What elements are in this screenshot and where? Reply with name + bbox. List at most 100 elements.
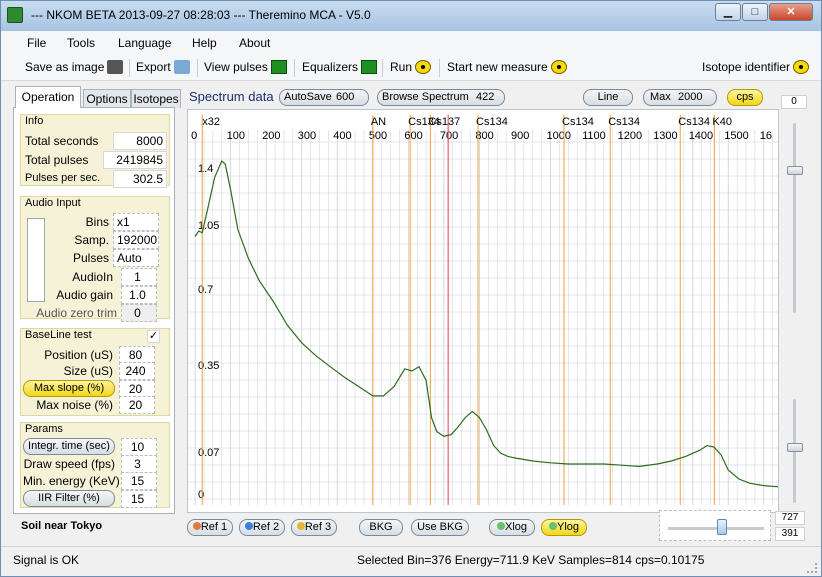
autosave-button[interactable]: AutoSave 600 [279, 89, 369, 106]
spectrum-data-title: Spectrum data [189, 89, 274, 104]
minimize-button[interactable]: ▁ [715, 3, 741, 21]
spectrum-chart[interactable]: 0 100 200 300 400 500 600 700 800 900 1000 1100 1200… [187, 109, 779, 513]
pulses-per-sec-label: Pulses per sec. [25, 172, 101, 184]
menu-language[interactable]: Language [118, 36, 171, 50]
cps-button[interactable]: cps [727, 89, 763, 106]
bkg-button[interactable]: BKG [359, 519, 403, 536]
params-group: Params Integr. time (sec) 10 Draw speed … [20, 422, 170, 508]
x-tick-label: 700 [440, 130, 458, 142]
y-tick-label: 0.07 [198, 447, 219, 459]
ref1-indicator-icon [192, 522, 201, 530]
min-energy-input[interactable]: 15 [121, 472, 157, 490]
isotope-marker-label: Cs137 [428, 116, 460, 128]
y-tick-label: 0.7 [198, 284, 213, 296]
menu-tools[interactable]: Tools [67, 36, 95, 50]
max-label: Max [650, 91, 671, 103]
iir-filter-button[interactable]: IIR Filter (%) [23, 490, 115, 507]
vertical-zoom-track[interactable] [793, 123, 796, 313]
signal-status: Signal is OK [13, 553, 80, 567]
start-new-measure-label: Start new measure [447, 60, 548, 74]
spectrum-plot[interactable]: 0 100 200 300 400 500 600 700 800 900 1000 1100 1200… [188, 110, 779, 512]
tab-isotopes[interactable]: Isotopes [131, 89, 181, 108]
samp-select[interactable]: 192000 [113, 231, 159, 249]
toolbar: Save as image Export View pulses Equaliz… [1, 55, 821, 81]
browse-spectrum-value: 422 [476, 91, 495, 103]
bins-select[interactable]: x1 [113, 213, 159, 231]
position-label: Position (uS) [44, 348, 113, 362]
y-tick-label: 1.05 [198, 220, 219, 232]
xlog-button[interactable]: Xlog [489, 519, 535, 536]
audioin-label: AudioIn [72, 270, 113, 284]
total-pulses-label: Total pulses [25, 153, 89, 167]
vertical-zoom-thumb[interactable] [787, 166, 803, 175]
menu-file[interactable]: File [27, 36, 46, 50]
isotope-marker-label: Cs134 [678, 116, 710, 128]
resize-grip-icon[interactable] [807, 563, 817, 573]
horizontal-scale-slider[interactable] [659, 510, 771, 541]
use-bkg-button[interactable]: Use BKG [411, 519, 469, 536]
baseline-test-checkbox[interactable]: ✓ [147, 330, 160, 343]
equalizers-button[interactable]: Equalizers [302, 60, 378, 74]
total-seconds-label: Total seconds [25, 134, 99, 148]
isotope-identifier-button[interactable]: Isotope identifier [702, 60, 810, 74]
spectrum-header: Spectrum data AutoSave 600 Browse Spectru… [185, 87, 779, 109]
min-energy-label: Min. energy (KeV) [23, 474, 120, 488]
max-button[interactable]: Max 2000 [643, 89, 717, 106]
audio-zero-trim-input[interactable]: 0 [121, 304, 157, 322]
menu-bar: File Tools Language Help About [1, 31, 821, 55]
ref1-button[interactable]: Ref 1 [187, 519, 233, 536]
integr-time-button[interactable]: Integr. time (sec) [23, 438, 115, 455]
ref3-button[interactable]: Ref 3 [291, 519, 337, 536]
equalizer-icon [361, 60, 378, 74]
max-slope-button[interactable]: Max slope (%) [23, 380, 115, 397]
tab-operation[interactable]: Operation [15, 86, 81, 108]
horizontal-scale-thumb[interactable] [717, 519, 727, 535]
ref2-button[interactable]: Ref 2 [239, 519, 285, 536]
export-button[interactable]: Export [136, 60, 190, 74]
isotope-marker-label: Cs134 [562, 116, 594, 128]
radiation-icon [793, 60, 810, 74]
h-scale-value-2: 391 [775, 527, 805, 541]
draw-speed-label: Draw speed (fps) [23, 457, 115, 471]
pulses-icon [270, 60, 287, 74]
draw-speed-input[interactable]: 3 [121, 455, 157, 473]
autosave-value: 600 [336, 91, 355, 103]
size-label: Size (uS) [63, 364, 113, 378]
tab-options[interactable]: Options [83, 89, 131, 108]
size-input[interactable]: 240 [119, 362, 155, 380]
iir-filter-input[interactable]: 15 [121, 490, 157, 508]
audio-input-group: Audio Input Bins x1 Samp. 192000 Pulses … [20, 196, 170, 322]
menu-about[interactable]: About [239, 36, 270, 50]
vertical-offset-thumb[interactable] [787, 443, 803, 452]
start-new-measure-button[interactable]: Start new measure [447, 60, 567, 74]
samp-label: Samp. [74, 233, 109, 247]
run-button[interactable]: Run [390, 60, 432, 74]
browse-spectrum-button[interactable]: Browse Spectrum 422 [377, 89, 505, 106]
ylog-button[interactable]: Ylog [541, 519, 587, 536]
menu-help[interactable]: Help [192, 36, 217, 50]
spectrum-name-label: Soil near Tokyo [21, 520, 103, 532]
line-button[interactable]: Line [583, 89, 633, 106]
pulses-select[interactable]: Auto [113, 249, 159, 267]
isotope-marker-label: Cs134 [608, 116, 640, 128]
integr-time-input[interactable]: 10 [121, 438, 157, 456]
x-tick-label: 200 [262, 130, 280, 142]
max-noise-input[interactable]: 20 [119, 396, 155, 414]
export-icon [173, 60, 190, 74]
audio-gain-input[interactable]: 1.0 [121, 286, 157, 304]
vertical-zoom-value: 0 [781, 95, 807, 109]
isotope-identifier-label: Isotope identifier [702, 60, 791, 74]
close-button[interactable]: ✕ [769, 3, 813, 21]
horizontal-scale-track[interactable] [668, 527, 764, 530]
x-tick-label: 1100 [582, 130, 606, 142]
x-tick-label: 300 [298, 130, 316, 142]
audioin-input[interactable]: 1 [121, 268, 157, 286]
save-image-button[interactable]: Save as image [25, 60, 124, 74]
view-pulses-button[interactable]: View pulses [204, 60, 287, 74]
x-tick-label: 1300 [653, 130, 677, 142]
maximize-button[interactable]: □ [742, 3, 768, 21]
camera-icon [107, 60, 124, 74]
x-tick-label: 600 [404, 130, 422, 142]
radiation-icon [550, 60, 567, 74]
pulses-per-sec-value: 302.5 [113, 170, 167, 188]
